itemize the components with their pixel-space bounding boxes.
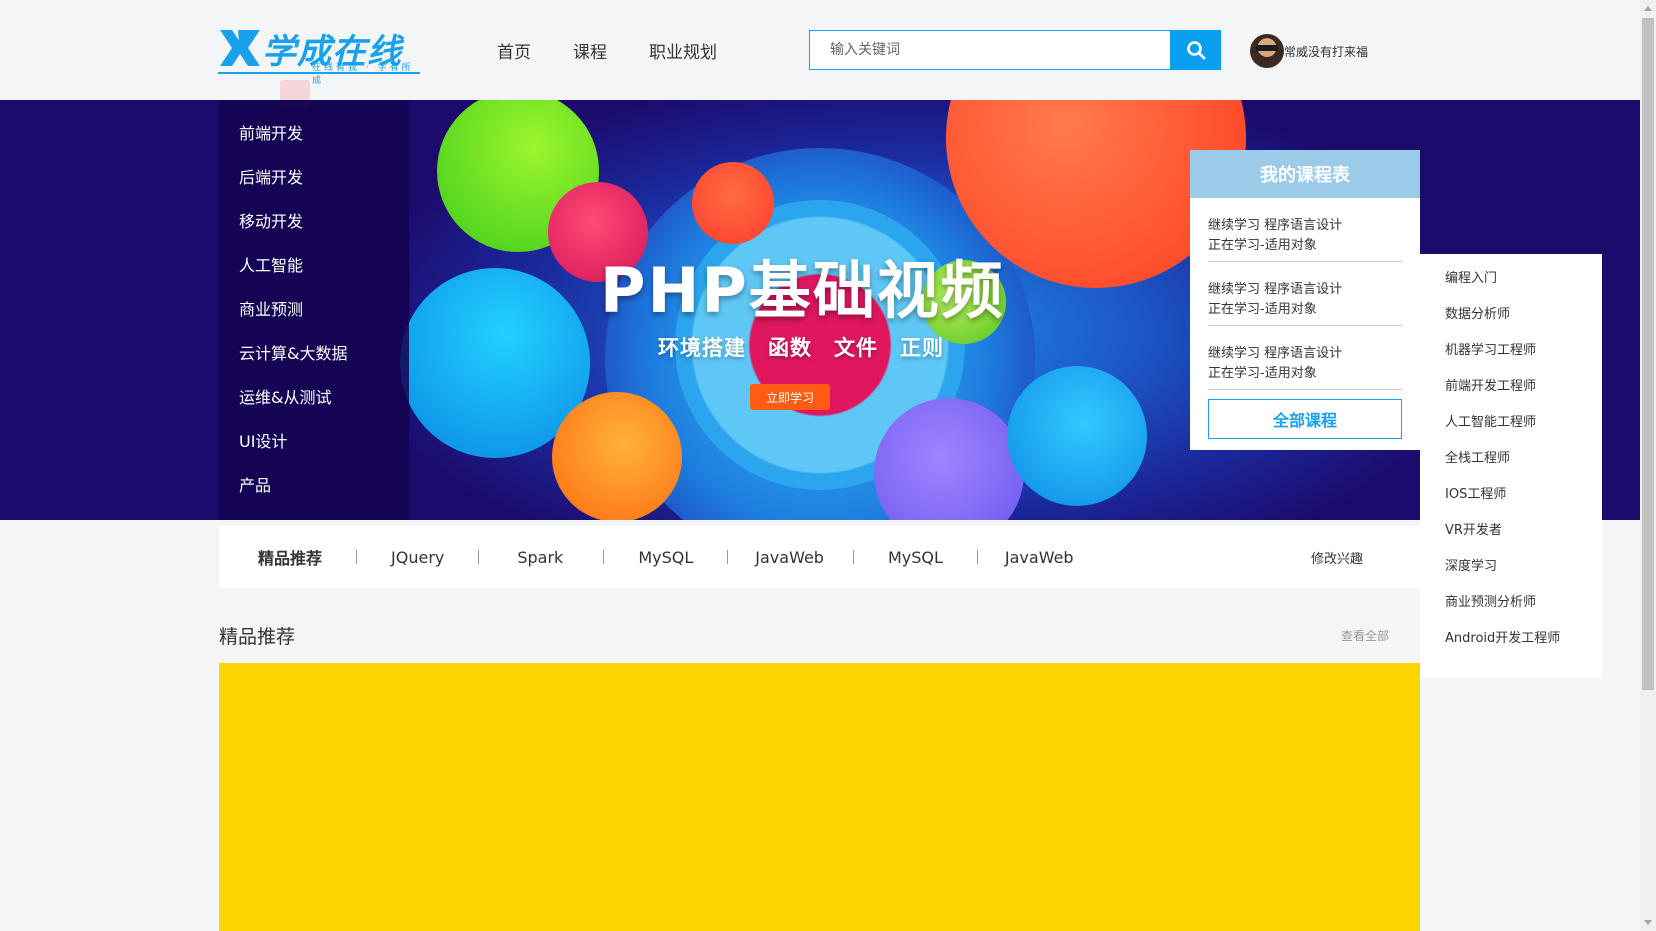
ball-red-small (692, 162, 774, 244)
view-all-link[interactable]: 查看全部 (1341, 627, 1389, 644)
category-item-backend[interactable]: 后端开发 (219, 166, 409, 210)
interest-tags-bar: 精品推荐 JQuery Spark MySQL JavaWeb MySQL Ja… (219, 526, 1420, 588)
start-learning-button[interactable]: 立即学习 (750, 384, 830, 410)
career-list: 编程入门 数据分析师 机器学习工程师 前端开发工程师 人工智能工程师 全栈工程师… (1420, 254, 1602, 678)
tag-divider (852, 550, 854, 564)
logo-underline (218, 72, 420, 74)
category-item-ui-design[interactable]: UI设计 (219, 430, 409, 474)
nav-career-planning[interactable]: 职业规划 (649, 38, 717, 63)
top-header: 学成在线 在线有我 · 学有所成 首页 课程 职业规划 常威没有打来福 (0, 0, 1640, 100)
nav-courses[interactable]: 课程 (573, 38, 607, 63)
career-item[interactable]: Android开发工程师 (1445, 628, 1602, 664)
course-entry-title: 继续学习 程序语言设计 (1208, 218, 1343, 233)
section-title: 精品推荐 (219, 626, 296, 648)
career-item[interactable]: 商业预测分析师 (1445, 592, 1602, 628)
career-item[interactable]: 数据分析师 (1445, 304, 1602, 340)
career-item[interactable]: VR开发者 (1445, 520, 1602, 556)
scroll-thumb[interactable] (1642, 18, 1654, 690)
user-info[interactable]: 常威没有打来福 (1250, 34, 1368, 68)
tag-javaweb[interactable]: JavaWeb (1005, 548, 1074, 567)
my-course-panel: 我的课程表 继续学习 程序语言设计 正在学习-适用对象 继续学习 程序语言设计 … (1190, 150, 1420, 450)
main-nav: 首页 课程 职业规划 (497, 38, 759, 63)
category-item-ai[interactable]: 人工智能 (219, 254, 409, 298)
course-entry[interactable]: 继续学习 程序语言设计 正在学习-适用对象 (1208, 262, 1402, 326)
scroll-down-arrow-icon[interactable] (1644, 920, 1652, 925)
site-logo[interactable]: 学成在线 在线有我 · 学有所成 (218, 22, 420, 86)
modify-interest-link[interactable]: 修改兴趣 (1311, 548, 1363, 567)
tag-featured[interactable]: 精品推荐 (258, 545, 322, 569)
banner-subtitle: 环境搭建 函数 文件 正则 (658, 336, 944, 360)
tag-mysql[interactable]: MySQL (888, 548, 943, 567)
career-item[interactable]: IOS工程师 (1445, 484, 1602, 520)
category-item-ops-testing[interactable]: 运维&从测试 (219, 386, 409, 430)
category-item-product[interactable]: 产品 (219, 474, 409, 518)
banner-title: PHP基础视频 (600, 254, 1005, 327)
career-item[interactable]: 深度学习 (1445, 556, 1602, 592)
search-input[interactable] (809, 30, 1171, 70)
category-menu: 前端开发 后端开发 移动开发 人工智能 商业预测 云计算&大数据 运维&从测试 … (219, 100, 409, 520)
user-name[interactable]: 常威没有打来福 (1284, 43, 1368, 60)
career-item[interactable]: 人工智能工程师 (1445, 412, 1602, 448)
search-button[interactable] (1170, 30, 1221, 70)
career-item[interactable]: 前端开发工程师 (1445, 376, 1602, 412)
category-item-frontend[interactable]: 前端开发 (219, 122, 409, 166)
course-entry-status: 正在学习-适用对象 (1208, 302, 1317, 317)
category-item-mobile[interactable]: 移动开发 (219, 210, 409, 254)
featured-content-block (219, 663, 1420, 931)
tag-divider (478, 550, 480, 564)
page-scrollbar[interactable] (1640, 0, 1656, 931)
tag-javaweb[interactable]: JavaWeb (755, 548, 824, 567)
all-courses-button[interactable]: 全部课程 (1208, 399, 1402, 439)
tag-spark[interactable]: Spark (517, 548, 563, 567)
nav-home[interactable]: 首页 (497, 38, 531, 63)
career-item[interactable]: 机器学习工程师 (1445, 340, 1602, 376)
career-item[interactable]: 编程入门 (1445, 268, 1602, 304)
tag-divider (727, 550, 729, 564)
my-course-title: 我的课程表 (1190, 150, 1420, 198)
course-entry[interactable]: 继续学习 程序语言设计 正在学习-适用对象 (1208, 198, 1402, 262)
ball-orange-bottom (552, 392, 682, 520)
tag-divider (976, 550, 978, 564)
tag-mysql[interactable]: MySQL (638, 548, 693, 567)
tag-divider (356, 550, 358, 564)
scroll-up-arrow-icon[interactable] (1644, 6, 1652, 11)
course-entry-status: 正在学习-适用对象 (1208, 366, 1317, 381)
tag-jquery[interactable]: JQuery (391, 548, 444, 567)
course-entry-status: 正在学习-适用对象 (1208, 238, 1317, 253)
category-item-business-forecast[interactable]: 商业预测 (219, 298, 409, 342)
logo-x-icon (220, 30, 260, 66)
search-icon (1186, 41, 1205, 60)
course-entry-title: 继续学习 程序语言设计 (1208, 282, 1343, 297)
tag-divider (603, 550, 605, 564)
avatar[interactable] (1250, 34, 1284, 68)
course-entry[interactable]: 继续学习 程序语言设计 正在学习-适用对象 (1208, 326, 1402, 390)
category-item-cloud-bigdata[interactable]: 云计算&大数据 (219, 342, 409, 386)
course-entry-title: 继续学习 程序语言设计 (1208, 346, 1343, 361)
career-item[interactable]: 全栈工程师 (1445, 448, 1602, 484)
ball-cyan-right (1007, 366, 1147, 506)
